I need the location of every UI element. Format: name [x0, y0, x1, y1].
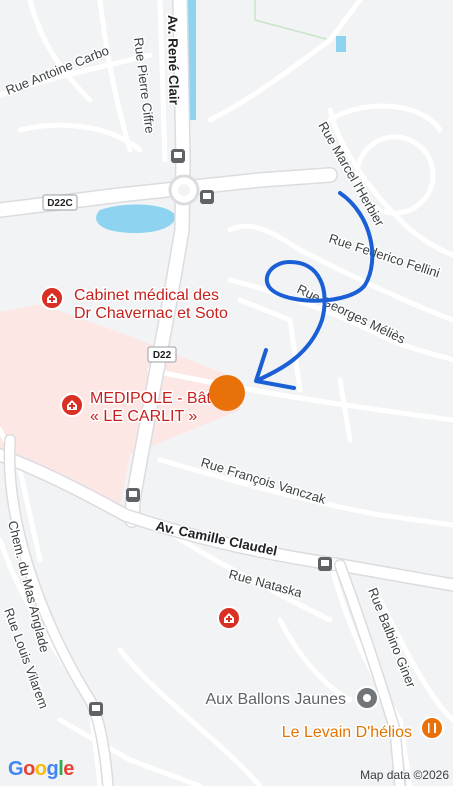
- svg-text:Le Levain D'hélios: Le Levain D'hélios: [282, 724, 412, 741]
- google-logo: Google: [8, 758, 74, 781]
- bus-stop-icon[interactable]: [318, 557, 332, 571]
- svg-text:D22C: D22C: [47, 198, 73, 209]
- medical-cross-icon: [40, 286, 64, 310]
- svg-text:D22: D22: [153, 350, 172, 361]
- map-canvas[interactable]: D22C D22 Rue Antoine Carbo Av. René Clai…: [0, 0, 453, 786]
- google-logo-text: Google: [8, 758, 74, 780]
- svg-text:Dr Chavernac et Soto: Dr Chavernac et Soto: [74, 305, 228, 322]
- svg-text:Cabinet médical des: Cabinet médical des: [74, 287, 219, 304]
- svg-text:MEDIPOLE - Bât: MEDIPOLE - Bât: [90, 390, 211, 407]
- svg-text:Aux Ballons Jaunes: Aux Ballons Jaunes: [205, 691, 346, 708]
- small-pond: [336, 36, 346, 52]
- roundabout-center: [178, 184, 190, 196]
- svg-text:« LE CARLIT »: « LE CARLIT »: [90, 408, 197, 425]
- restaurant-icon: [420, 716, 444, 740]
- road-shield-d22: D22: [147, 346, 177, 363]
- bus-stop-icon[interactable]: [89, 702, 103, 716]
- bus-stop-icon[interactable]: [126, 488, 140, 502]
- bus-stop-icon[interactable]: [171, 149, 185, 163]
- location-marker[interactable]: [209, 375, 245, 411]
- medical-cross-icon: [60, 393, 84, 417]
- medical-cross-icon[interactable]: [217, 606, 241, 630]
- bus-stop-icon[interactable]: [200, 190, 214, 204]
- road-shield-d22c: D22C: [42, 194, 78, 211]
- map-attribution: Map data ©2026: [360, 768, 449, 782]
- store-icon: [355, 686, 379, 710]
- street-label-av-rene-clair: Av. René Clair: [165, 15, 182, 106]
